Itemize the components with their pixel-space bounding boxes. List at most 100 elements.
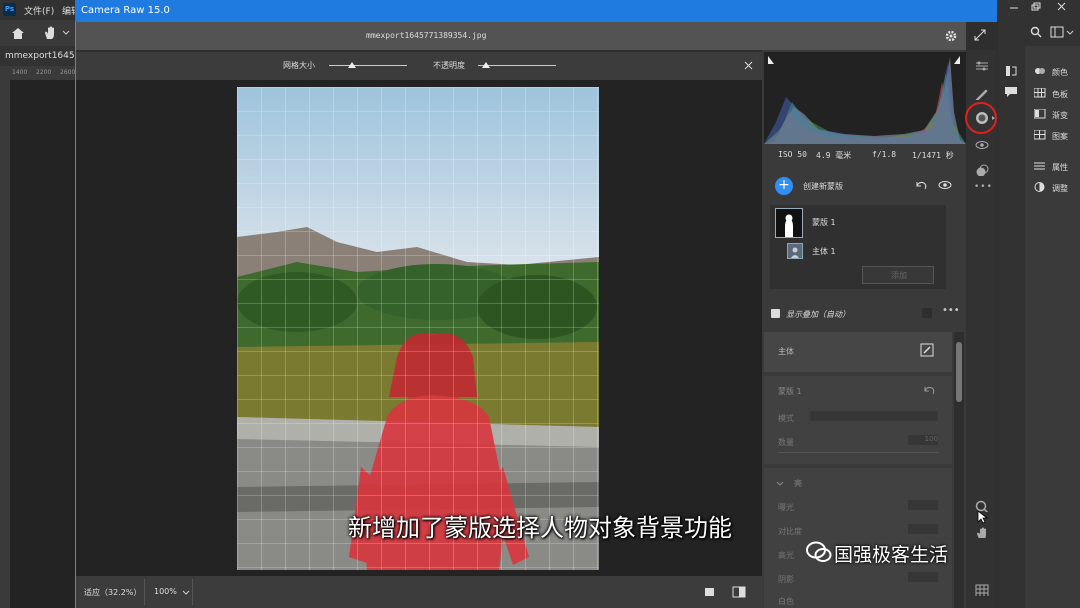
gradient-icon bbox=[1034, 109, 1046, 119]
swatches-icon bbox=[1034, 88, 1046, 98]
create-mask-button[interactable]: + bbox=[775, 177, 793, 195]
document-tab[interactable]: mmexport164577 bbox=[0, 46, 76, 66]
slider-track bbox=[329, 65, 407, 66]
shadows-field[interactable] bbox=[908, 572, 938, 582]
camera-raw-titlebar: Camera Raw 15.0 bbox=[75, 0, 997, 22]
amount-value[interactable]: 100 bbox=[908, 435, 938, 445]
before-after-icon[interactable] bbox=[732, 586, 746, 598]
presets-icon[interactable] bbox=[975, 164, 989, 176]
opacity-slider[interactable] bbox=[478, 62, 556, 70]
chevron-down-icon[interactable] bbox=[776, 481, 784, 487]
mask-section-label: 蒙版 1 bbox=[778, 387, 802, 396]
redeye-icon[interactable] bbox=[975, 140, 989, 152]
subject-name[interactable]: 主体 1 bbox=[812, 246, 836, 257]
overlay-row: 显示叠加（自动） ••• bbox=[764, 300, 964, 328]
file-name: mmexport1645771389354.jpg bbox=[366, 31, 487, 40]
reset-icon[interactable] bbox=[922, 384, 936, 396]
chevron-down-icon[interactable] bbox=[182, 590, 190, 596]
panel-pattern[interactable]: 图案 bbox=[1052, 131, 1068, 142]
subject-thumbnail[interactable] bbox=[787, 243, 803, 259]
opacity-label: 不透明度 bbox=[433, 61, 465, 70]
view-toggle-icon[interactable] bbox=[704, 586, 716, 598]
histogram bbox=[764, 52, 966, 144]
iso-value: ISO 50 bbox=[778, 150, 807, 159]
shadows-label: 阴影 bbox=[778, 575, 794, 584]
divider bbox=[192, 579, 193, 605]
panel-adjustments[interactable]: 调整 bbox=[1052, 183, 1068, 194]
mask-tool-icon[interactable] bbox=[974, 110, 990, 126]
subject-section-label: 主体 bbox=[778, 347, 794, 356]
filename-bar: mmexport1645771389354.jpg bbox=[76, 22, 966, 50]
show-overlay-checkbox[interactable] bbox=[771, 309, 780, 318]
add-button-label: 添加 bbox=[891, 271, 907, 280]
history-icon[interactable] bbox=[1004, 64, 1018, 78]
zoom-percent[interactable]: 100% bbox=[154, 587, 177, 596]
mask-name[interactable]: 蒙版 1 bbox=[812, 217, 836, 228]
mask-settings-section: 蒙版 1 模式 数量 100 bbox=[764, 376, 952, 464]
color-icon bbox=[1035, 68, 1045, 74]
mask-preview-image bbox=[785, 214, 793, 237]
panel-color[interactable]: 颜色 bbox=[1052, 67, 1068, 78]
undo-icon[interactable] bbox=[914, 179, 928, 191]
ruler-top: 1400 2200 2600 bbox=[0, 66, 76, 80]
mask-thumbnail[interactable] bbox=[775, 208, 803, 238]
photo-image bbox=[237, 87, 599, 570]
create-new-mask-label[interactable]: 创建新蒙版 bbox=[803, 181, 843, 192]
more-tools-icon[interactable]: ••• bbox=[974, 182, 993, 192]
more-options-icon[interactable]: ••• bbox=[942, 305, 960, 316]
close-icon[interactable] bbox=[1056, 2, 1068, 12]
aperture-value: f/1.8 bbox=[872, 150, 897, 159]
wechat-logo bbox=[806, 540, 832, 568]
properties-icon bbox=[1034, 162, 1045, 170]
workspace-icon[interactable] bbox=[1050, 26, 1064, 38]
camera-info: ISO 50 4.9 毫米 f/1.8 1/1471 秒 bbox=[764, 144, 966, 166]
edit-sliders-icon[interactable] bbox=[975, 60, 989, 72]
chevron-down-icon[interactable] bbox=[1066, 30, 1074, 36]
fullscreen-icon[interactable] bbox=[973, 28, 987, 42]
focal-length: 4.9 毫米 bbox=[816, 151, 852, 160]
grid-overlay-icon[interactable] bbox=[975, 584, 989, 596]
subject-section: 主体 bbox=[764, 332, 952, 372]
ruler-tick: 2200 bbox=[36, 69, 52, 76]
person-icon bbox=[791, 247, 799, 258]
search-icon[interactable] bbox=[1030, 26, 1042, 38]
amount-label: 数量 bbox=[778, 438, 794, 447]
wechat-icon bbox=[806, 541, 832, 562]
slider-thumb[interactable] bbox=[481, 62, 490, 68]
edit-subject-icon[interactable] bbox=[920, 343, 934, 357]
whites-label: 白色 bbox=[778, 597, 794, 606]
hand-tool-icon[interactable] bbox=[42, 25, 58, 41]
amount-slider[interactable] bbox=[778, 452, 938, 453]
chevron-down-icon[interactable] bbox=[62, 30, 70, 36]
panel-swatches[interactable]: 色板 bbox=[1052, 89, 1068, 100]
scrollbar-thumb[interactable] bbox=[956, 342, 962, 402]
video-caption: 新增加了蒙版选择人物对象背景功能 bbox=[348, 514, 732, 542]
overlay-options-bar: 网格大小 不透明度 bbox=[76, 52, 762, 80]
home-icon[interactable] bbox=[10, 26, 26, 40]
divider bbox=[144, 579, 145, 605]
overlay-color-swatch[interactable] bbox=[922, 308, 932, 318]
adjustments-icon bbox=[1034, 182, 1045, 192]
minimize-icon[interactable] bbox=[1008, 2, 1020, 12]
panel-properties[interactable]: 属性 bbox=[1052, 162, 1068, 173]
photo-preview[interactable] bbox=[237, 87, 599, 570]
healing-brush-icon[interactable] bbox=[975, 88, 989, 100]
comment-icon[interactable] bbox=[1004, 86, 1018, 98]
menu-file[interactable]: 文件(F) bbox=[24, 4, 54, 17]
add-mask-component-button[interactable]: 添加 bbox=[862, 266, 934, 284]
close-icon[interactable] bbox=[744, 61, 753, 70]
eye-icon[interactable] bbox=[938, 180, 952, 190]
zoom-fit-value[interactable]: 适应（32.2%） bbox=[84, 587, 141, 598]
restore-icon[interactable] bbox=[1030, 2, 1042, 12]
histogram-graph bbox=[764, 56, 966, 144]
settings-gear-icon[interactable] bbox=[944, 29, 958, 43]
show-overlay-label[interactable]: 显示叠加（自动） bbox=[786, 309, 850, 320]
panel-gradient[interactable]: 渐变 bbox=[1052, 110, 1068, 121]
ruler-tick: 2600 bbox=[60, 69, 76, 76]
window-title: Camera Raw 15.0 bbox=[81, 5, 170, 16]
grid-size-slider[interactable] bbox=[329, 62, 407, 70]
mode-select[interactable] bbox=[810, 411, 938, 421]
slider-thumb[interactable] bbox=[348, 62, 357, 68]
photoshop-logo: Ps bbox=[3, 3, 16, 16]
ruler-tick: 1400 bbox=[12, 69, 28, 76]
